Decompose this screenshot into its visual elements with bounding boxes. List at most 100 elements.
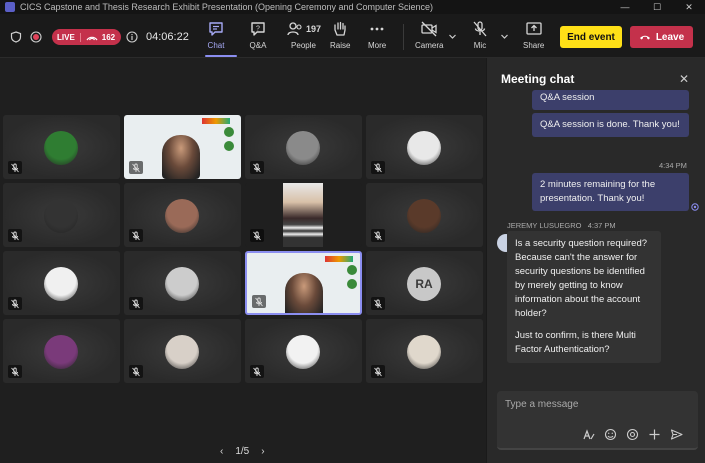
chat-title: Meeting chat xyxy=(501,72,575,86)
next-page-button[interactable]: › xyxy=(261,446,264,457)
seal-icon xyxy=(224,141,234,151)
gallery-pager: ‹ 1/5 › xyxy=(220,446,265,457)
close-chat-button[interactable]: ✕ xyxy=(679,72,689,86)
participant-tile[interactable] xyxy=(3,251,120,315)
participant-tile[interactable] xyxy=(245,183,362,247)
mic-status xyxy=(129,229,143,242)
people-count: 197 xyxy=(306,24,322,34)
participant-tile[interactable] xyxy=(366,319,483,383)
leave-button[interactable]: Leave xyxy=(630,26,693,48)
mic-status xyxy=(8,365,22,378)
avatar xyxy=(407,199,441,233)
muted-mic-icon xyxy=(11,299,19,309)
mic-status xyxy=(8,297,22,310)
add-icon[interactable] xyxy=(648,428,661,441)
participant-tile[interactable] xyxy=(245,115,362,179)
participant-tile[interactable] xyxy=(124,115,241,179)
muted-mic-icon xyxy=(11,367,19,377)
camera-options-chevron-icon[interactable] xyxy=(448,32,457,41)
muted-mic-icon xyxy=(132,367,140,377)
meeting-chat-panel: Meeting chat ✕ Q&A session Q&A session i… xyxy=(486,58,705,463)
info-icon[interactable] xyxy=(126,31,138,43)
mic-button[interactable]: Mic xyxy=(471,20,489,58)
participant-tile[interactable]: RA xyxy=(366,251,483,315)
mic-status xyxy=(129,297,143,310)
participant-tile[interactable] xyxy=(3,115,120,179)
share-icon xyxy=(526,22,542,35)
meeting-toolbar: LIVE 162 04:06:22 Chat ? Q&A 197 People … xyxy=(0,14,705,58)
muted-mic-icon xyxy=(11,163,19,173)
message-input[interactable] xyxy=(505,399,685,410)
muted-mic-icon xyxy=(132,299,140,309)
people-label: People xyxy=(291,41,316,50)
live-badge: LIVE 162 xyxy=(52,29,122,45)
participant-tile[interactable] xyxy=(124,183,241,247)
participant-tile[interactable] xyxy=(245,251,362,315)
mic-off-icon xyxy=(473,21,487,37)
window-titlebar: CICS Capstone and Thesis Research Exhibi… xyxy=(0,0,705,14)
share-button[interactable]: Share xyxy=(523,20,544,58)
people-button[interactable]: 197 People xyxy=(286,20,321,58)
chat-message-text: 2 minutes remaining for the presentation… xyxy=(540,179,656,204)
broadcast-icon xyxy=(86,36,98,41)
prev-page-button[interactable]: ‹ xyxy=(220,446,223,457)
send-icon[interactable] xyxy=(670,428,683,441)
raise-hand-icon xyxy=(334,21,346,36)
logo-strip xyxy=(202,118,230,124)
mic-status xyxy=(250,365,264,378)
mic-status xyxy=(8,229,22,242)
chat-button[interactable]: Chat xyxy=(207,20,225,58)
chat-icon xyxy=(209,22,223,36)
page-indicator: 1/5 xyxy=(235,446,250,457)
participant-tile[interactable] xyxy=(366,183,483,247)
participant-tile[interactable] xyxy=(124,319,241,383)
avatar xyxy=(165,199,199,233)
qa-button[interactable]: ? Q&A xyxy=(249,20,267,58)
maximize-button[interactable]: ☐ xyxy=(641,0,673,14)
chat-message-mine: Q&A session is done. Thank you! xyxy=(532,113,689,137)
avatar xyxy=(407,131,441,165)
avatar xyxy=(165,267,199,301)
chat-message-theirs: Is a security question required? Because… xyxy=(507,231,661,363)
chat-label: Chat xyxy=(207,41,225,50)
raise-label: Raise xyxy=(330,41,351,50)
leave-label: Leave xyxy=(655,31,685,43)
more-button[interactable]: More xyxy=(368,20,386,58)
participant-tile[interactable] xyxy=(3,319,120,383)
format-icon[interactable] xyxy=(582,428,595,441)
message-composer xyxy=(497,391,698,450)
svg-text:?: ? xyxy=(256,26,260,33)
mic-status xyxy=(371,229,385,242)
avatar xyxy=(44,267,78,301)
muted-mic-icon xyxy=(374,299,382,309)
participant-tile[interactable] xyxy=(245,319,362,383)
minimize-button[interactable]: — xyxy=(609,0,641,14)
mic-status xyxy=(250,229,264,242)
viewer-count: 162 xyxy=(101,32,116,42)
mic-options-chevron-icon[interactable] xyxy=(500,32,509,41)
muted-mic-icon xyxy=(255,297,263,307)
loop-icon[interactable] xyxy=(626,428,639,441)
people-icon xyxy=(287,22,302,36)
raise-hand-button[interactable]: Raise xyxy=(330,20,350,58)
close-window-button[interactable]: ✕ xyxy=(673,0,705,14)
participant-tile[interactable] xyxy=(124,251,241,315)
video-feed xyxy=(162,135,200,179)
seal-icon xyxy=(347,265,357,275)
mic-status xyxy=(8,161,22,174)
chat-message-mine: 2 minutes remaining for the presentation… xyxy=(532,173,689,211)
hang-up-icon xyxy=(639,35,650,40)
chat-message-text: Is a security question required? Because… xyxy=(515,238,648,319)
message-timestamp: 4:34 PM xyxy=(659,161,687,170)
read-receipt-icon xyxy=(691,203,699,211)
more-icon xyxy=(370,27,384,31)
record-icon[interactable] xyxy=(30,31,42,43)
mic-status xyxy=(129,161,143,174)
participant-tile[interactable] xyxy=(3,183,120,247)
end-event-button[interactable]: End event xyxy=(560,26,622,48)
qa-icon: ? xyxy=(251,22,265,36)
participant-tile[interactable] xyxy=(366,115,483,179)
shield-icon[interactable] xyxy=(10,31,22,43)
camera-button[interactable]: Camera xyxy=(415,20,443,58)
emoji-icon[interactable] xyxy=(604,428,617,441)
